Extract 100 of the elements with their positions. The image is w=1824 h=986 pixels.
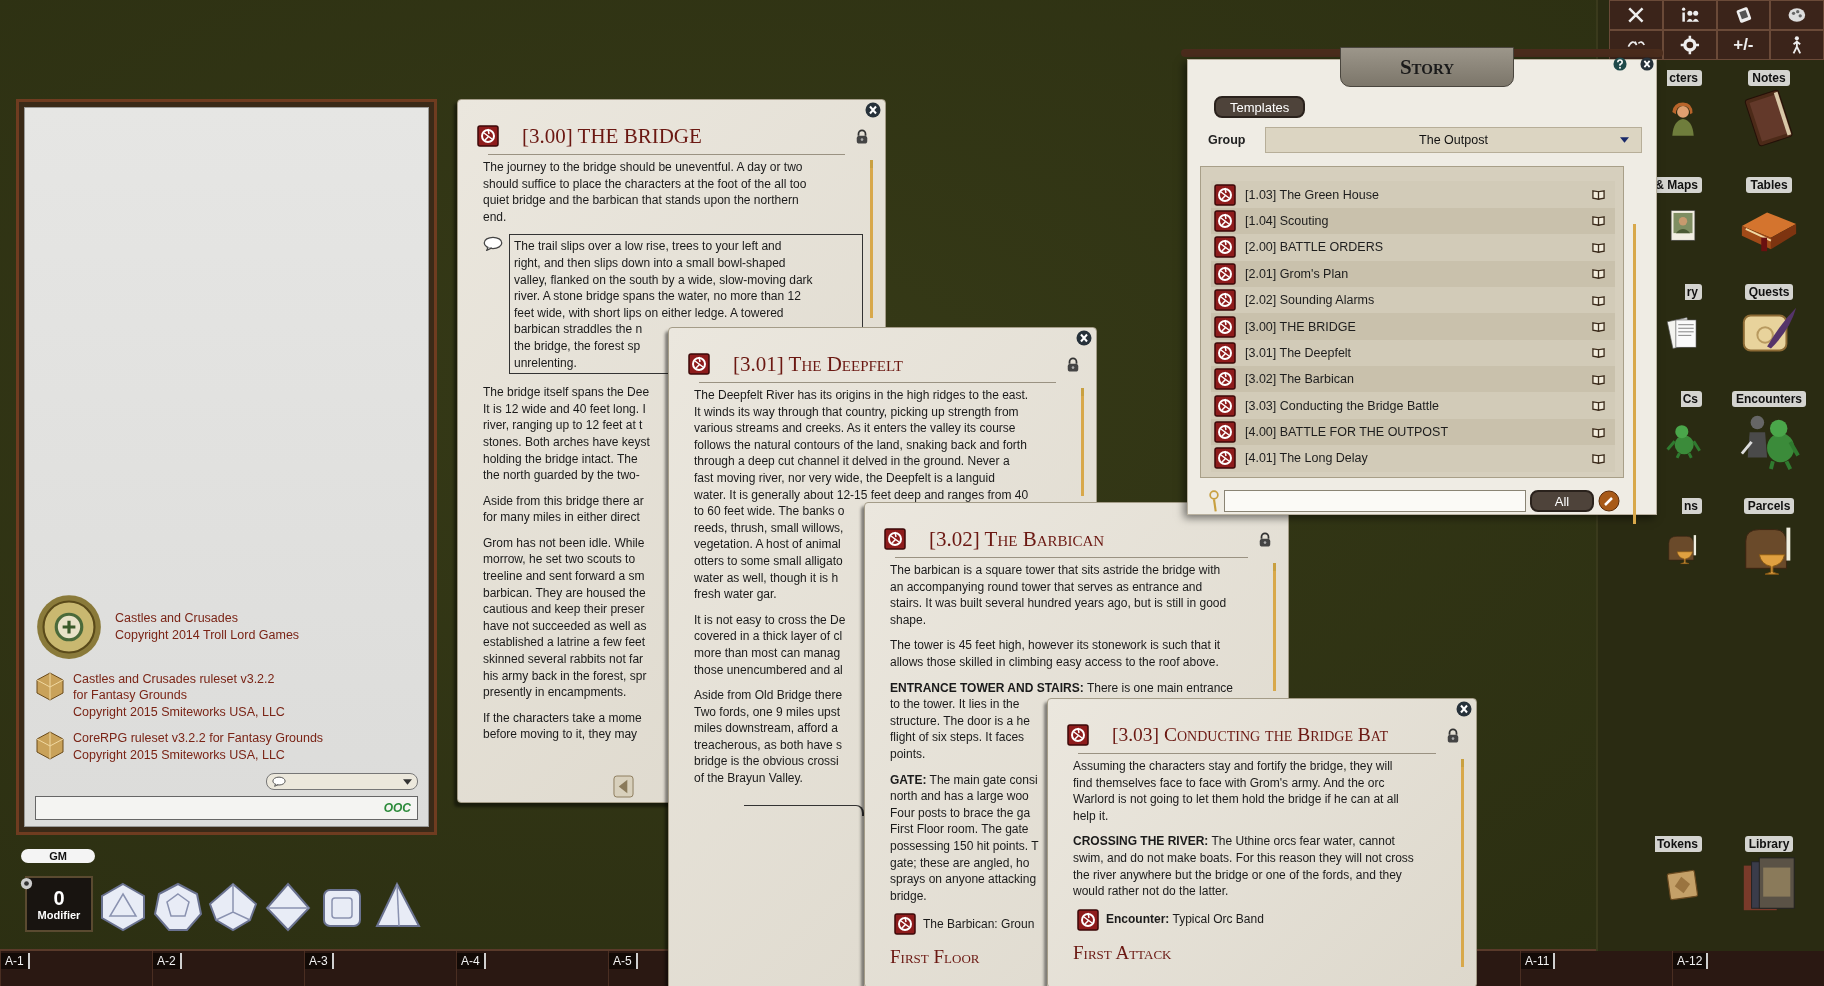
- templates-button[interactable]: Templates: [1214, 96, 1306, 119]
- list-item[interactable]: [1.04] Scouting: [1211, 207, 1615, 235]
- text-line: gate; these are angled, ho: [890, 854, 1030, 872]
- close-icon[interactable]: [865, 102, 881, 118]
- list-item[interactable]: [4.00] BATTLE FOR THE OUTPOST: [1211, 418, 1615, 446]
- sidebar-label[interactable]: ry: [1684, 284, 1702, 300]
- crossed-swords-icon[interactable]: [1609, 0, 1663, 30]
- info-people-icon[interactable]: [1662, 0, 1717, 30]
- list-item[interactable]: [3.03] Conducting the Bridge Battle: [1211, 392, 1615, 419]
- notebook-icon[interactable]: [1716, 0, 1771, 30]
- scrollbar[interactable]: [870, 160, 873, 318]
- edit-icon[interactable]: [1598, 490, 1620, 512]
- palette-icon[interactable]: [1770, 0, 1824, 30]
- emblem-icon[interactable]: [1214, 341, 1236, 364]
- emblem-icon[interactable]: [1214, 315, 1236, 338]
- open-book-icon[interactable]: [1592, 372, 1605, 386]
- sidebar-label[interactable]: Library: [1744, 836, 1794, 852]
- scrollbar[interactable]: [1081, 388, 1084, 496]
- list-item[interactable]: [3.00] THE BRIDGE: [1211, 313, 1615, 340]
- emblem-icon[interactable]: [894, 913, 916, 936]
- walking-figure-icon[interactable]: [1770, 30, 1824, 60]
- hotkey-slot[interactable]: A-2: [153, 953, 182, 969]
- chat-input-field[interactable]: OOC: [35, 796, 418, 820]
- settings-icon[interactable]: [1662, 30, 1717, 60]
- window-title: [3.01] The Deepfelt: [733, 351, 904, 377]
- scrollbar[interactable]: [1461, 759, 1464, 967]
- emblem-icon[interactable]: [688, 353, 710, 375]
- record-link[interactable]: Encounter: Typical Orc Band: [1106, 911, 1264, 929]
- d10-die-icon[interactable]: [208, 882, 258, 932]
- close-icon[interactable]: [1076, 330, 1092, 346]
- emblem-icon[interactable]: [1077, 908, 1099, 931]
- scrollbar[interactable]: [1273, 563, 1276, 691]
- scrollbar[interactable]: [1633, 224, 1636, 524]
- emblem-icon[interactable]: [477, 125, 499, 147]
- text-line: otters to some small alligato: [694, 552, 843, 570]
- open-book-icon[interactable]: [1592, 425, 1605, 439]
- sidebar-label[interactable]: Notes: [1748, 70, 1790, 86]
- lock-icon[interactable]: [1066, 355, 1080, 373]
- open-book-icon[interactable]: [1592, 214, 1605, 228]
- emblem-icon[interactable]: [884, 528, 906, 550]
- speaker-dropdown[interactable]: [266, 773, 418, 790]
- open-book-icon[interactable]: [1592, 346, 1605, 360]
- all-button[interactable]: All: [1530, 490, 1594, 512]
- emblem-icon[interactable]: [1214, 368, 1236, 391]
- emblem-icon[interactable]: [1214, 421, 1236, 444]
- hotkey-slot[interactable]: A-11: [1521, 953, 1556, 969]
- sidebar-label[interactable]: cters: [1667, 70, 1702, 86]
- list-item[interactable]: [3.02] The Barbican: [1211, 366, 1615, 393]
- open-book-icon[interactable]: [1592, 320, 1605, 333]
- sidebar-label[interactable]: Encounters: [1732, 391, 1806, 407]
- open-book-icon[interactable]: [1592, 293, 1605, 307]
- record-link[interactable]: The Barbican: Groun: [923, 916, 1035, 933]
- sidebar-label[interactable]: Tokens: [1654, 836, 1702, 852]
- hotkey-slot[interactable]: A-4: [457, 953, 486, 969]
- d8-die-icon[interactable]: [263, 882, 313, 932]
- adjust-button[interactable]: +/-: [1716, 30, 1771, 60]
- open-book-icon[interactable]: [1592, 399, 1605, 413]
- sidebar-label[interactable]: Quests: [1744, 284, 1794, 300]
- emblem-icon[interactable]: [1214, 236, 1236, 259]
- group-dropdown[interactable]: The Outpost: [1265, 127, 1642, 154]
- close-icon[interactable]: [1456, 701, 1472, 717]
- sidebar-label[interactable]: Tables: [1746, 177, 1792, 193]
- lock-icon[interactable]: [855, 127, 869, 145]
- sidebar-label[interactable]: ns: [1682, 498, 1702, 514]
- list-item[interactable]: [2.01] Grom's Plan: [1211, 260, 1615, 287]
- back-arrow-button[interactable]: [613, 775, 634, 798]
- list-item[interactable]: [3.01] The Deepfelt: [1211, 339, 1615, 367]
- list-item[interactable]: [2.02] Sounding Alarms: [1211, 286, 1615, 314]
- sidebar-label[interactable]: Cs: [1680, 391, 1702, 407]
- hotkey-slot[interactable]: A-1: [1, 953, 30, 969]
- emblem-icon[interactable]: [1067, 724, 1089, 746]
- modifier-box[interactable]: 0 Modifier: [25, 876, 93, 932]
- search-field[interactable]: [1224, 490, 1526, 512]
- hotkey-slot[interactable]: A-12: [1673, 953, 1709, 969]
- emblem-icon[interactable]: [1214, 289, 1236, 312]
- emblem-icon[interactable]: [1214, 447, 1236, 470]
- text-line: valley, flanked on the south by a wide, slow-moving dark: [514, 271, 813, 289]
- lock-icon[interactable]: [1258, 530, 1272, 548]
- text-line: of the Brayun Valley.: [694, 770, 803, 787]
- emblem-icon[interactable]: [1214, 262, 1236, 285]
- emblem-icon[interactable]: [1214, 183, 1236, 206]
- emblem-icon[interactable]: [1214, 394, 1236, 417]
- text-line: GATE: The main gate consi: [890, 771, 1038, 789]
- list-item[interactable]: [1.03] The Green House: [1211, 181, 1615, 208]
- hotkey-slot[interactable]: A-3: [305, 953, 334, 969]
- d20-die-icon[interactable]: [98, 882, 148, 932]
- open-book-icon[interactable]: [1592, 267, 1605, 281]
- text-line: vegetation. A host of animal: [694, 536, 841, 553]
- hotkey-slot[interactable]: A-5: [609, 953, 638, 969]
- emblem-icon[interactable]: [1214, 209, 1236, 232]
- list-item[interactable]: [4.01] The Long Delay: [1211, 445, 1615, 472]
- sidebar-label[interactable]: Parcels: [1743, 498, 1795, 514]
- d12-die-icon[interactable]: [153, 882, 203, 932]
- list-item[interactable]: [2.00] BATTLE ORDERS: [1211, 234, 1615, 261]
- open-book-icon[interactable]: [1592, 240, 1605, 254]
- open-book-icon[interactable]: [1592, 188, 1605, 202]
- ooc-button[interactable]: OOC: [377, 801, 417, 815]
- open-book-icon[interactable]: [1592, 451, 1605, 465]
- lock-icon[interactable]: [1446, 726, 1460, 744]
- text-line: bridge is the obvious crossi: [694, 753, 839, 771]
